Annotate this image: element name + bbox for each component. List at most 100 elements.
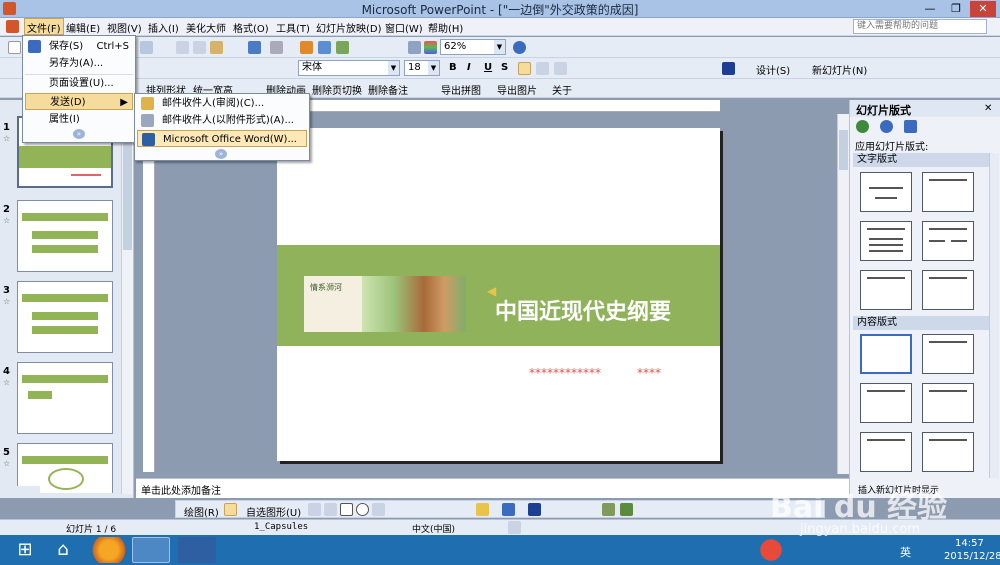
layout-title-four-content[interactable] — [922, 432, 974, 472]
zoom-select[interactable]: 62% ▼ — [440, 39, 506, 55]
current-slide[interactable]: 情系浉河 ◀ 中国近现代史纲要 ************ **** — [277, 128, 720, 461]
layout-vertical-title[interactable] — [922, 270, 974, 310]
line-color-icon[interactable] — [502, 503, 515, 516]
chart-icon[interactable] — [300, 41, 313, 54]
copy-icon[interactable] — [193, 41, 206, 54]
fill-color-icon[interactable] — [476, 503, 489, 516]
tray-app-icon[interactable] — [752, 537, 790, 563]
notes-pane[interactable]: 单击此处添加备注 — [136, 478, 849, 498]
menu-item-send[interactable]: 发送(D) ▶ — [25, 93, 133, 110]
ie-icon[interactable]: ⌂ — [44, 537, 82, 563]
bold-button[interactable]: B — [449, 62, 457, 73]
spellcheck-icon[interactable] — [508, 521, 521, 534]
menu-format[interactable]: 格式(O) — [233, 20, 269, 35]
line-icon[interactable] — [308, 503, 321, 516]
chevron-down-icon[interactable]: ▼ — [428, 61, 439, 75]
restore-icon[interactable]: ❐ — [944, 1, 968, 17]
font-select[interactable]: 宋体 ▼ — [298, 60, 400, 76]
forward-icon[interactable] — [880, 120, 893, 133]
align-right-icon[interactable] — [554, 62, 567, 75]
layout-title-text[interactable] — [860, 221, 912, 261]
layout-title-slide[interactable] — [860, 172, 912, 212]
expand-menu-icon[interactable]: » — [73, 129, 85, 139]
back-icon[interactable] — [856, 120, 869, 133]
menu-item-save[interactable]: 保存(S) Ctrl+S — [25, 38, 133, 55]
menu-item-save-as[interactable]: 另存为(A)... — [25, 55, 133, 72]
browser-icon[interactable] — [90, 537, 128, 563]
close-icon[interactable]: ✕ — [970, 1, 996, 17]
campus-photo[interactable]: 情系浉河 — [304, 276, 466, 332]
font-color-icon[interactable] — [722, 62, 735, 75]
shadow-button[interactable]: S — [501, 62, 508, 73]
delete-notes-button[interactable]: 删除备注 — [368, 82, 408, 97]
align-center-icon[interactable] — [536, 62, 549, 75]
chevron-down-icon[interactable]: ▼ — [388, 61, 399, 75]
menu-item-mail-attachment[interactable]: 邮件收件人(以附件形式)(A)... — [137, 112, 307, 129]
about-button[interactable]: 关于 — [552, 82, 572, 97]
menu-item-mail-review[interactable]: 邮件收件人(审阅)(C)... — [137, 95, 307, 112]
grid-icon[interactable] — [408, 41, 421, 54]
menu-edit[interactable]: 编辑(E) — [66, 20, 100, 35]
thumb-slide-2[interactable]: 2 ☆ — [0, 200, 120, 276]
layout-vertical-text[interactable] — [860, 270, 912, 310]
close-icon[interactable]: ✕ — [984, 103, 992, 114]
layout-four-content[interactable] — [860, 432, 912, 472]
powerpoint-taskbar-icon[interactable] — [132, 537, 170, 563]
undo-icon[interactable] — [248, 41, 261, 54]
home-icon[interactable] — [904, 120, 917, 133]
menu-beautify[interactable]: 美化大师 — [186, 20, 226, 35]
scroll-thumb[interactable] — [839, 130, 848, 170]
clock-date[interactable]: 2015/12/28 — [944, 551, 1000, 562]
panel-scrollbar[interactable] — [121, 116, 133, 494]
thumb-slide-3[interactable]: 3 ☆ — [0, 281, 120, 357]
3d-icon[interactable] — [620, 503, 633, 516]
rectangle-icon[interactable] — [340, 503, 353, 516]
menu-insert[interactable]: 插入(I) — [148, 20, 179, 35]
oval-icon[interactable] — [356, 503, 369, 516]
view-buttons[interactable] — [0, 486, 40, 498]
start-icon[interactable]: ⊞ — [6, 537, 44, 563]
menu-window[interactable]: 窗口(W) — [385, 20, 423, 35]
menu-item-send-to-word[interactable]: Microsoft Office Word(W)... — [137, 130, 307, 147]
autoshape-button[interactable]: 自选图形(U) — [246, 504, 301, 519]
export-picture-button[interactable]: 导出图片 — [497, 82, 537, 97]
picture-icon[interactable] — [336, 41, 349, 54]
ime-indicator[interactable]: 英 — [900, 544, 911, 560]
redo-icon[interactable] — [270, 41, 283, 54]
select-arrow-icon[interactable] — [224, 503, 237, 516]
author-placeholder[interactable]: ************ — [529, 366, 601, 380]
italic-button[interactable]: I — [467, 62, 471, 73]
scroll-thumb[interactable] — [123, 130, 132, 250]
font-size-select[interactable]: 18 ▼ — [404, 60, 440, 76]
menu-help[interactable]: 帮助(H) — [428, 20, 463, 35]
word-taskbar-icon[interactable] — [178, 537, 216, 563]
menu-slideshow[interactable]: 幻灯片放映(D) — [316, 20, 382, 35]
layout-title-only[interactable] — [922, 172, 974, 212]
clock-time[interactable]: 14:57 — [955, 538, 984, 549]
layout-two-content[interactable] — [922, 383, 974, 423]
chevron-down-icon[interactable]: ▼ — [494, 40, 505, 54]
layout-content[interactable] — [922, 334, 974, 374]
new-slide-button[interactable]: 新幻灯片(N) — [812, 62, 867, 77]
arrow-icon[interactable] — [324, 503, 337, 516]
delete-transition-button[interactable]: 删除页切换 — [312, 82, 362, 97]
menu-file[interactable]: 文件(F) — [24, 18, 64, 35]
minimize-icon[interactable]: — — [918, 1, 942, 17]
new-icon[interactable] — [8, 41, 21, 54]
design-button[interactable]: 设计(S) — [756, 62, 790, 77]
date-placeholder[interactable]: **** — [637, 366, 661, 380]
draw-button[interactable]: 绘图(R) — [184, 504, 219, 519]
menu-item-properties[interactable]: 属性(I) — [25, 111, 133, 128]
text-color-icon[interactable] — [528, 503, 541, 516]
export-puzzle-button[interactable]: 导出拼图 — [441, 82, 481, 97]
task-pane-scrollbar[interactable] — [989, 153, 999, 478]
cut-icon[interactable] — [176, 41, 189, 54]
layout-title-content[interactable] — [860, 383, 912, 423]
menu-item-page-setup[interactable]: 页面设置(U)... — [25, 74, 133, 91]
textbox-icon[interactable] — [372, 503, 385, 516]
align-left-icon[interactable] — [518, 62, 531, 75]
underline-button[interactable]: U — [484, 62, 492, 73]
slide-title[interactable]: 中国近现代史纲要 — [495, 294, 671, 326]
menu-tools[interactable]: 工具(T) — [276, 20, 310, 35]
expand-menu-icon[interactable]: » — [215, 149, 227, 159]
